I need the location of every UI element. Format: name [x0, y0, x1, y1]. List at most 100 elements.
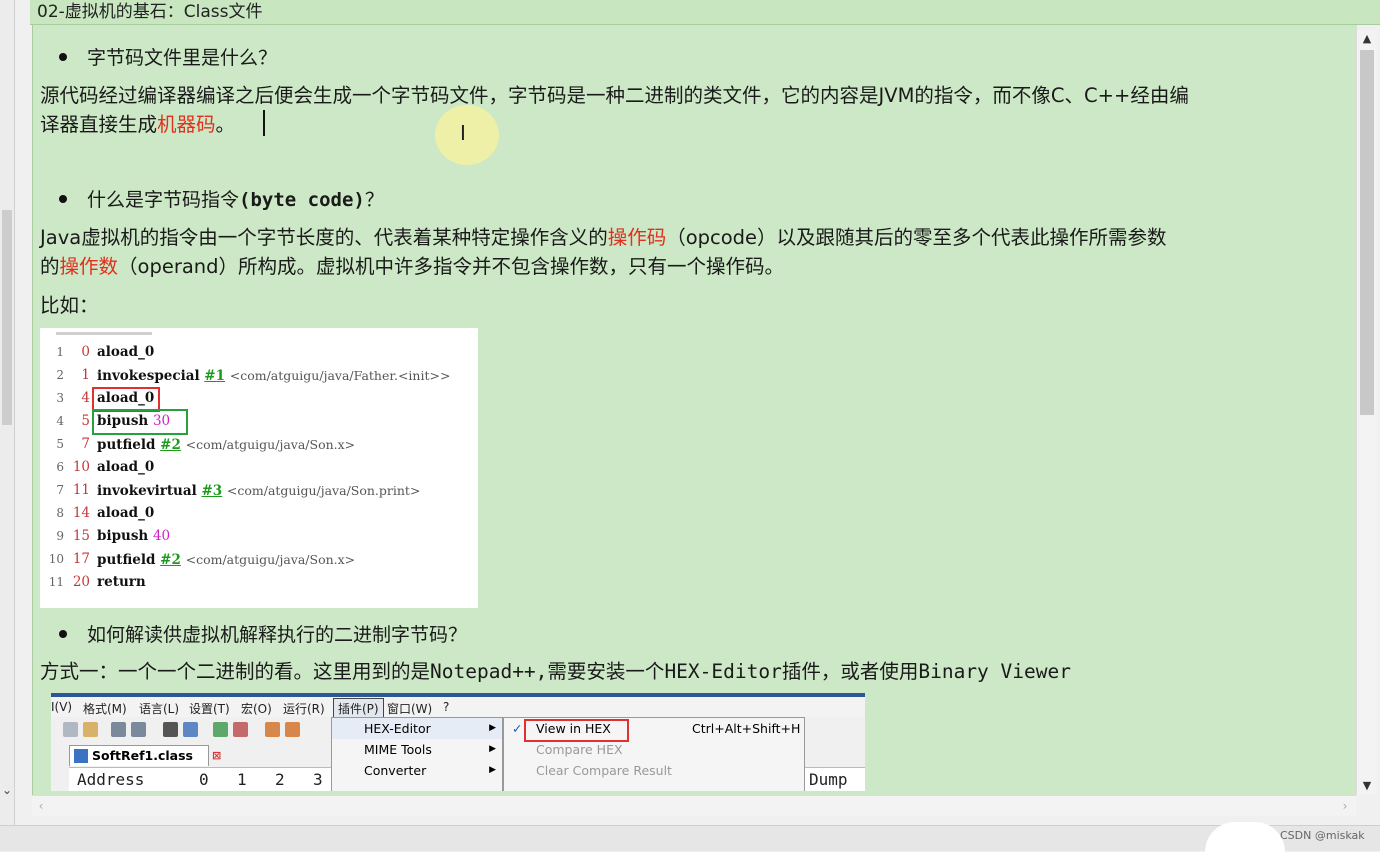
bytecode-offset: 10 — [72, 459, 90, 475]
line-number: 7 — [56, 483, 64, 497]
npp-menu-item: I(V) — [51, 700, 73, 714]
code-line: 2 1 invokespecial #1 <com/atguigu/java/Fat… — [40, 364, 478, 387]
npp-tab-label: SoftRef1.class — [92, 748, 194, 763]
line-number: 2 — [56, 368, 64, 382]
bullet-dot — [59, 52, 67, 61]
bullet-question-3: 如何解读供虚拟机解释执行的二进制字节码？ — [59, 620, 467, 647]
bytecode-offset: 20 — [72, 574, 90, 590]
bytecode-instruction: invokespecial #1 <com/atguigu/java/Fathe… — [97, 368, 451, 384]
line-number: 11 — [48, 575, 64, 589]
scroll-up-icon[interactable]: ▲ — [1357, 30, 1377, 48]
sync-h-icon — [285, 722, 300, 737]
text: 译器直接生成 — [40, 113, 158, 136]
constant-pool-ref: #2 — [160, 552, 181, 568]
constant-pool-ref: #2 — [160, 437, 181, 453]
npp-menu-item: 宏(O) — [241, 702, 272, 716]
plugins-dropdown: HEX-Editor ▶ MIME Tools ▶ Converter ▶ — [331, 717, 503, 791]
line-number: 3 — [56, 391, 64, 405]
horizontal-scrollbar[interactable]: ‹ › — [32, 795, 1356, 816]
submenu-label: Clear Compare Result — [536, 763, 672, 778]
text-hex-editor: HEX-Editor — [664, 660, 782, 683]
scroll-right-icon[interactable]: › — [1336, 796, 1354, 816]
paste-icon — [83, 722, 98, 737]
highlight-machine-code: 机器码 — [157, 113, 216, 136]
bytecode-instruction: invokevirtual #3 <com/atguigu/java/Son.p… — [97, 483, 421, 499]
constant-pool-ref: #1 — [204, 368, 226, 384]
undo-icon — [111, 722, 126, 737]
bytecode-comment: <com/atguigu/java/Son.x> — [185, 437, 356, 452]
example-label: 比如： — [40, 294, 99, 317]
green-highlight-box — [92, 409, 188, 435]
menu-label: Converter — [364, 763, 427, 778]
watermark-text: CSDN @miskak — [1280, 829, 1365, 842]
plugins-menu-item: HEX-Editor ▶ — [332, 718, 502, 739]
text: 需要安装一个 — [547, 660, 665, 683]
highlight-opcode: 操作码 — [607, 226, 667, 249]
code-top-rule — [56, 332, 152, 335]
line-number: 5 — [56, 437, 64, 451]
bytecode-offset: 0 — [81, 344, 90, 360]
npp-menubar: I(V) 格式(M) 语言(L) 设置(T) 宏(O) 运行(R) 插件(P) 窗口(W)? — [51, 697, 865, 719]
vertical-scrollbar[interactable]: ▲ ▼ — [1356, 30, 1377, 795]
text: 方式一：一个一个二进制的看。这里用到的是 — [40, 660, 431, 683]
hex-col-3: 3 — [313, 770, 323, 789]
submenu-arrow-icon: ▶ — [489, 765, 496, 775]
bullet-question-1: 字节码文件里是什么？ — [59, 43, 277, 70]
zoom-out-icon — [233, 722, 248, 737]
constant-pool-ref: #3 — [201, 483, 223, 499]
bytecode-instruction: aload_0 — [97, 505, 155, 521]
scroll-down-icon[interactable]: ▼ — [1357, 777, 1377, 795]
hex-col-1: 1 — [237, 770, 247, 789]
bytecode-instruction: return — [97, 574, 146, 590]
bytecode-instruction: putfield #2 <com/atguigu/java/Son.x> — [97, 437, 356, 453]
scroll-left-icon[interactable]: ‹ — [32, 796, 50, 816]
vertical-scroll-thumb[interactable] — [1360, 50, 1374, 415]
bytecode-offset: 11 — [72, 482, 90, 498]
npp-menu-item: 窗口(W) — [387, 702, 433, 716]
menu-label: HEX-Editor — [364, 721, 431, 736]
left-panel-scroll-thumb[interactable] — [2, 210, 12, 425]
zoom-in-icon — [213, 722, 228, 737]
menu-label: MIME Tools — [364, 742, 432, 757]
sync-v-icon — [265, 722, 280, 737]
paragraph-2: Java虚拟机的指令由一个字节长度的、代表着某种特定操作含义的操作码（opcod… — [40, 223, 1357, 281]
code-line: 6 10 aload_0 — [40, 456, 478, 479]
bytecode-operand: 40 — [152, 528, 171, 544]
line-number: 9 — [56, 529, 64, 543]
left-panel-arrow-icon[interactable]: ⌄ — [0, 783, 14, 797]
text: （opcode）以及跟随其后的零至多个代表此操作所需参数 — [666, 226, 1167, 249]
npp-menu-item: 语言(L) — [139, 702, 180, 716]
submenu-clear-compare: Clear Compare Result — [504, 760, 674, 781]
bytecode-instruction: aload_0 — [97, 344, 155, 360]
bytecode-instruction: bipush 40 — [97, 528, 171, 544]
npp-menu-item: 运行(R) — [283, 702, 325, 716]
npp-file-tab: SoftRef1.class ⊠ — [69, 745, 221, 766]
bytecode-offset: 4 — [81, 390, 90, 406]
code-line: 1 0 aload_0 — [40, 341, 478, 364]
submenu-arrow-icon: ▶ — [489, 723, 496, 733]
question-code: (byte code) — [239, 189, 365, 211]
question-text: 字节码文件里是什么？ — [87, 47, 278, 69]
plugins-menu-item: Converter ▶ — [332, 760, 502, 781]
paragraph-2-line-2: 的操作数（operand）所构成。虚拟机中许多指令并不包含操作数，只有一个操作码… — [40, 252, 1357, 281]
line-number: 1 — [56, 345, 64, 359]
npp-menu-item: 插件(P) — [333, 698, 384, 719]
hex-col-0: 0 — [199, 770, 209, 789]
note-body[interactable]: 字节码文件里是什么？ 源代码经过编译器编译之后便会生成一个字节码文件，字节码是一… — [32, 25, 1357, 795]
submenu-compare-hex: Compare HEX — [504, 739, 674, 760]
bytecode-comment: <com/atguigu/java/Son.x> — [185, 552, 356, 567]
status-bar — [0, 825, 1380, 851]
npp-menu-item: 格式(M) — [83, 702, 127, 716]
code-line: 8 14 aload_0 — [40, 502, 478, 525]
bytecode-instruction: putfield #2 <com/atguigu/java/Son.x> — [97, 552, 356, 568]
check-icon: ✓ — [512, 721, 523, 736]
bytecode-offset: 5 — [81, 413, 90, 429]
hex-col-dump: Dump — [809, 770, 848, 789]
bytecode-offset: 15 — [72, 528, 90, 544]
paragraph-1-line-2: 译器直接生成机器码。 — [40, 110, 1350, 139]
bytecode-offset: 17 — [72, 551, 90, 567]
find-icon — [163, 722, 178, 737]
paragraph-1-line-1: 源代码经过编译器编译之后便会生成一个字节码文件，字节码是一种二进制的类文件，它的… — [40, 84, 1189, 107]
replace-icon — [183, 722, 198, 737]
text: 。 — [215, 113, 236, 136]
